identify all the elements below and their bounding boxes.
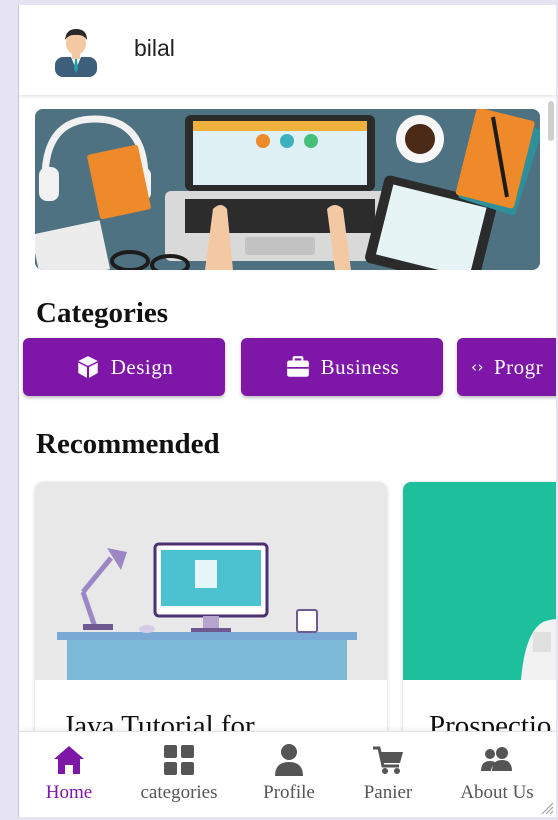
nav-label: About Us bbox=[460, 782, 534, 803]
category-programming-button[interactable]: ‹› Progr bbox=[457, 338, 556, 396]
cube-icon bbox=[78, 356, 98, 378]
nav-label: Home bbox=[45, 782, 93, 803]
category-label: Design bbox=[110, 354, 174, 379]
home-icon bbox=[54, 746, 84, 774]
nav-profile[interactable]: Profile bbox=[253, 742, 325, 804]
nav-label: categories bbox=[140, 782, 218, 803]
course-thumbnail bbox=[403, 482, 556, 680]
nav-label: Profile bbox=[263, 782, 315, 803]
bottom-navigation: Home categories Profile Panier About Us bbox=[19, 731, 556, 817]
nav-panier[interactable]: Panier bbox=[353, 742, 423, 804]
recommended-heading: Recommended bbox=[36, 428, 220, 460]
category-label: Progr bbox=[494, 354, 544, 379]
nav-home[interactable]: Home bbox=[31, 742, 107, 804]
user-icon bbox=[275, 744, 303, 776]
category-business-button[interactable]: Business bbox=[241, 338, 443, 396]
app-header: bilal bbox=[19, 5, 556, 95]
username: bilal bbox=[134, 35, 175, 61]
users-icon bbox=[481, 747, 512, 771]
code-icon: ‹› bbox=[471, 358, 484, 376]
nav-label: Panier bbox=[363, 782, 413, 803]
scrollbar-thumb[interactable] bbox=[548, 101, 554, 141]
grid-icon bbox=[164, 745, 194, 775]
briefcase-icon bbox=[286, 356, 309, 377]
banner-illustration bbox=[35, 109, 540, 270]
course-thumbnail bbox=[35, 482, 387, 680]
cart-icon bbox=[373, 746, 403, 774]
avatar[interactable] bbox=[49, 23, 103, 77]
nav-about-us[interactable]: About Us bbox=[449, 742, 545, 804]
categories-heading: Categories bbox=[36, 297, 169, 329]
app-frame: bilal Categories Design Business ‹› Prog… bbox=[18, 5, 556, 817]
categories-row[interactable]: Design Business ‹› Progr bbox=[23, 338, 556, 396]
category-design-button[interactable]: Design bbox=[23, 338, 225, 396]
hero-banner bbox=[35, 109, 540, 270]
resize-grip-icon[interactable] bbox=[540, 801, 554, 815]
category-label: Business bbox=[320, 354, 400, 379]
nav-categories[interactable]: categories bbox=[131, 742, 227, 804]
